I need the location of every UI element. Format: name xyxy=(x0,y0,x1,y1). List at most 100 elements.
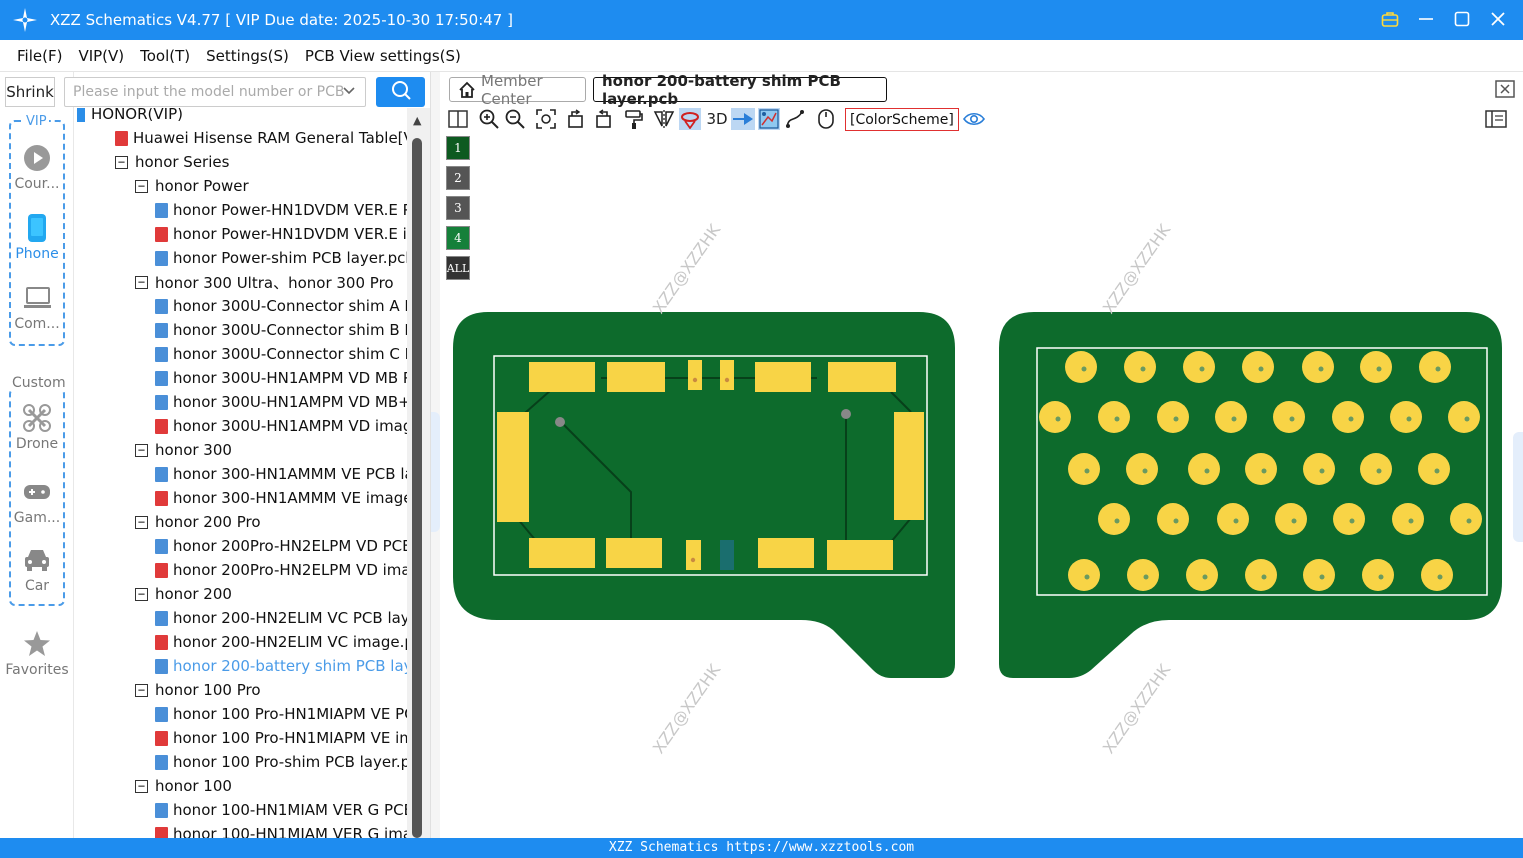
tree-file[interactable]: honor 200Pro-HN2ELPM VD image.pdf xyxy=(155,558,430,582)
tree-scroll-thumb[interactable] xyxy=(412,138,422,838)
ball-pad[interactable] xyxy=(1450,503,1482,535)
tree-folder[interactable]: − honor Power xyxy=(135,174,249,198)
ball-pad[interactable] xyxy=(1303,559,1335,591)
tree-scrollbar[interactable]: ▲ xyxy=(407,108,430,838)
via[interactable] xyxy=(1464,416,1470,422)
via[interactable] xyxy=(1376,468,1382,474)
via[interactable] xyxy=(1466,518,1472,524)
ball-pad[interactable] xyxy=(1418,453,1450,485)
ball-pad[interactable] xyxy=(1273,401,1305,433)
vip-bag-icon[interactable] xyxy=(1379,8,1401,30)
test-point[interactable] xyxy=(555,417,565,427)
ball-pad[interactable] xyxy=(1126,453,1158,485)
tree-file[interactable]: honor 300U-HN1AMPM VD image.pdf xyxy=(155,414,430,438)
tree-file[interactable]: honor 200Pro-HN2ELPM VD PCB layer.pcb xyxy=(155,534,430,558)
tree-folder[interactable]: − honor 200 xyxy=(135,582,232,606)
pad[interactable] xyxy=(529,538,595,568)
via[interactable] xyxy=(1143,574,1149,580)
pcb-canvas[interactable]: XZZ@XZZHK XZZ@XZZHK XZZ@XZZHK XZZ@XZZHK xyxy=(441,72,1523,838)
pad[interactable] xyxy=(720,360,734,390)
pad[interactable] xyxy=(828,362,896,392)
ball-pad[interactable] xyxy=(1245,453,1277,485)
tree-folder[interactable]: − honor 100 xyxy=(135,774,232,798)
shrink-button[interactable]: Shrink xyxy=(5,77,55,107)
via[interactable] xyxy=(1055,416,1061,422)
tree-file[interactable]: honor 300U-Connector shim A PCB layer.pc… xyxy=(155,294,430,318)
tree-folder[interactable]: − honor 300 xyxy=(135,438,232,462)
collapse-toggle-icon[interactable]: − xyxy=(135,443,148,457)
via[interactable] xyxy=(1204,468,1210,474)
ball-pad[interactable] xyxy=(1098,503,1130,535)
tree-folder[interactable]: − honor 100 Pro xyxy=(135,678,261,702)
menu-tool[interactable]: Tool(T) xyxy=(140,47,190,65)
ball-pad[interactable] xyxy=(1188,453,1220,485)
collapse-toggle-icon[interactable]: − xyxy=(135,515,148,529)
via[interactable] xyxy=(1261,574,1267,580)
via[interactable] xyxy=(1318,366,1324,372)
via[interactable] xyxy=(692,377,698,383)
maximize-button[interactable] xyxy=(1451,8,1473,30)
via[interactable] xyxy=(1437,574,1443,580)
scroll-up-icon[interactable]: ▲ xyxy=(413,114,421,127)
menu-file[interactable]: File(F) xyxy=(17,47,62,65)
tree-file[interactable]: honor Power-shim PCB layer.pcb xyxy=(155,246,415,270)
rail-phone[interactable]: Phone xyxy=(0,214,74,262)
ball-pad[interactable] xyxy=(1124,351,1156,383)
pad[interactable] xyxy=(607,362,665,392)
tree-file[interactable]: Huawei Hisense RAM General Table[VIP] xyxy=(115,126,430,150)
ball-pad[interactable] xyxy=(1333,503,1365,535)
via[interactable] xyxy=(1319,468,1325,474)
test-point[interactable] xyxy=(841,409,851,419)
ball-pad[interactable] xyxy=(1157,401,1189,433)
ball-pad[interactable] xyxy=(1303,453,1335,485)
collapse-toggle-icon[interactable]: − xyxy=(135,683,148,697)
via[interactable] xyxy=(1140,366,1146,372)
collapse-toggle-icon[interactable]: − xyxy=(135,179,148,193)
ball-pad[interactable] xyxy=(1332,401,1364,433)
tree-root[interactable]: HONOR(VIP) xyxy=(77,108,183,126)
ball-pad[interactable] xyxy=(1215,401,1247,433)
ball-pad[interactable] xyxy=(1242,351,1274,383)
ball-pad[interactable] xyxy=(1360,351,1392,383)
pad[interactable] xyxy=(758,538,814,568)
search-input[interactable]: Please input the model number or PCB xyxy=(64,77,366,107)
ball-pad[interactable] xyxy=(1421,559,1453,591)
via[interactable] xyxy=(1114,518,1120,524)
tree-file[interactable]: honor 300-HN1AMMM VE PCB layer.pcb xyxy=(155,462,430,486)
via[interactable] xyxy=(1261,468,1267,474)
via[interactable] xyxy=(1435,366,1441,372)
ball-pad[interactable] xyxy=(1362,559,1394,591)
ball-pad[interactable] xyxy=(1390,401,1422,433)
via[interactable] xyxy=(1233,518,1239,524)
via[interactable] xyxy=(1258,366,1264,372)
ball-pad[interactable] xyxy=(1217,503,1249,535)
search-button[interactable] xyxy=(376,77,425,107)
via[interactable] xyxy=(1408,518,1414,524)
ball-pad[interactable] xyxy=(1392,503,1424,535)
ball-pad[interactable] xyxy=(1302,351,1334,383)
teal-pad[interactable] xyxy=(720,540,734,570)
pad[interactable] xyxy=(529,362,595,392)
ball-pad[interactable] xyxy=(1127,559,1159,591)
via[interactable] xyxy=(1434,468,1440,474)
pad[interactable] xyxy=(688,360,702,390)
rail-car[interactable]: Car xyxy=(0,546,74,594)
ball-pad[interactable] xyxy=(1157,503,1189,535)
collapse-handle[interactable] xyxy=(431,412,440,532)
menu-vip[interactable]: VIP(V) xyxy=(78,47,124,65)
via[interactable] xyxy=(1349,518,1355,524)
via[interactable] xyxy=(1199,366,1205,372)
pad[interactable] xyxy=(755,362,811,392)
tree-file[interactable]: honor 300U-HN1AMPM VD MB+SUB PCB layer.p… xyxy=(155,390,430,414)
panel-splitter[interactable] xyxy=(430,72,440,838)
tree-file[interactable]: honor 300U-HN1AMPM VD MB PCB layer.pcb xyxy=(155,366,430,390)
via[interactable] xyxy=(1114,416,1120,422)
ball-pad[interactable] xyxy=(1275,503,1307,535)
rail-gamepad[interactable]: Gam... xyxy=(0,478,74,526)
pad[interactable] xyxy=(497,412,529,522)
tree-file[interactable]: honor Power-HN1DVDM VER.E image.pdf xyxy=(155,222,430,246)
tree-folder[interactable]: − honor 200 Pro xyxy=(135,510,261,534)
via[interactable] xyxy=(1291,518,1297,524)
collapse-toggle-icon[interactable]: − xyxy=(135,587,148,601)
tree-file[interactable]: honor 200-HN2ELIM VC PCB layer.pcb xyxy=(155,606,430,630)
